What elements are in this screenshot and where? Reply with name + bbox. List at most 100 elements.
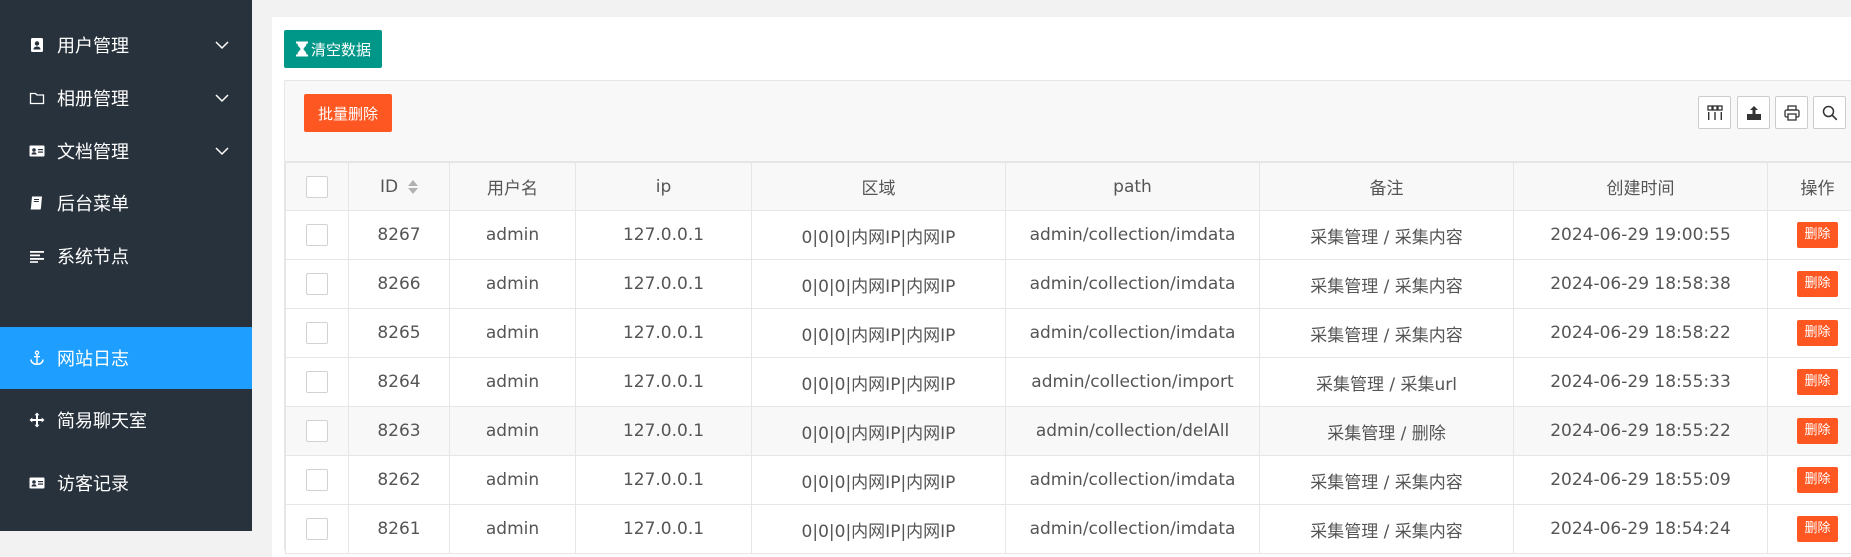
sidebar-item-visitor-records[interactable]: 访客记录 bbox=[0, 452, 252, 514]
export-icon[interactable] bbox=[1737, 96, 1770, 129]
sidebar-item-label: 访客记录 bbox=[57, 470, 129, 496]
cell-note: 采集管理 / 采集内容 bbox=[1260, 211, 1514, 260]
delete-button[interactable]: 删除 bbox=[1797, 222, 1837, 248]
cell-path: admin/collection/import bbox=[1006, 358, 1260, 407]
table-row: 8266 admin 127.0.0.1 0|0|0|内网IP|内网IP adm… bbox=[286, 260, 1851, 309]
table-row: 8264 admin 127.0.0.1 0|0|0|内网IP|内网IP adm… bbox=[286, 358, 1851, 407]
clear-data-label: 清空数据 bbox=[311, 39, 371, 60]
cell-note: 采集管理 / 删除 bbox=[1260, 407, 1514, 456]
chevron-down-icon bbox=[214, 143, 230, 159]
row-checkbox[interactable] bbox=[306, 518, 328, 540]
clear-data-button[interactable]: 清空数据 bbox=[284, 30, 382, 68]
delete-button[interactable]: 删除 bbox=[1797, 369, 1837, 395]
column-header-ip: ip bbox=[576, 163, 752, 211]
sidebar-item-chat-room[interactable]: 简易聊天室 bbox=[0, 389, 252, 451]
column-header-path: path bbox=[1006, 163, 1260, 211]
row-checkbox[interactable] bbox=[306, 420, 328, 442]
sidebar-item-system-nodes[interactable]: 系统节点 bbox=[0, 225, 252, 287]
cell-path: admin/collection/imdata bbox=[1006, 211, 1260, 260]
columns-icon[interactable] bbox=[1698, 96, 1731, 129]
cell-id: 8261 bbox=[349, 505, 450, 554]
table-row: 8265 admin 127.0.0.1 0|0|0|内网IP|内网IP adm… bbox=[286, 309, 1851, 358]
cell-note: 采集管理 / 采集内容 bbox=[1260, 456, 1514, 505]
search-icon[interactable] bbox=[1813, 96, 1846, 129]
cell-ip: 127.0.0.1 bbox=[576, 211, 752, 260]
print-icon[interactable] bbox=[1775, 96, 1808, 129]
table-row: 8263 admin 127.0.0.1 0|0|0|内网IP|内网IP adm… bbox=[286, 407, 1851, 456]
row-checkbox[interactable] bbox=[306, 371, 328, 393]
table-row: 8261 admin 127.0.0.1 0|0|0|内网IP|内网IP adm… bbox=[286, 505, 1851, 554]
cell-id: 8262 bbox=[349, 456, 450, 505]
cell-region: 0|0|0|内网IP|内网IP bbox=[752, 505, 1006, 554]
select-all-checkbox[interactable] bbox=[306, 176, 328, 198]
sidebar-item-label: 系统节点 bbox=[57, 243, 129, 269]
delete-button[interactable]: 删除 bbox=[1797, 467, 1837, 493]
cell-id: 8265 bbox=[349, 309, 450, 358]
cell-note: 采集管理 / 采集内容 bbox=[1260, 260, 1514, 309]
cell-ip: 127.0.0.1 bbox=[576, 456, 752, 505]
cell-path: admin/collection/imdata bbox=[1006, 456, 1260, 505]
sidebar: 用户管理 相册管理 文档管理 后台菜单 系统节点 网站日志 简易聊天室 访客记录 bbox=[0, 0, 252, 531]
address-book-icon bbox=[27, 35, 47, 55]
table-row: 8267 admin 127.0.0.1 0|0|0|内网IP|内网IP adm… bbox=[286, 211, 1851, 260]
cell-path: admin/collection/imdata bbox=[1006, 505, 1260, 554]
cell-ip: 127.0.0.1 bbox=[576, 505, 752, 554]
cell-created: 2024-06-29 18:55:22 bbox=[1514, 407, 1768, 456]
book-icon bbox=[27, 193, 47, 213]
sidebar-item-label: 文档管理 bbox=[57, 138, 129, 164]
row-checkbox[interactable] bbox=[306, 224, 328, 246]
cell-ip: 127.0.0.1 bbox=[576, 309, 752, 358]
sidebar-item-label: 网站日志 bbox=[57, 345, 129, 371]
cell-region: 0|0|0|内网IP|内网IP bbox=[752, 456, 1006, 505]
cell-created: 2024-06-29 18:58:22 bbox=[1514, 309, 1768, 358]
delete-button[interactable]: 删除 bbox=[1797, 320, 1837, 346]
column-header-id[interactable]: ID bbox=[349, 163, 450, 211]
cell-note: 采集管理 / 采集url bbox=[1260, 358, 1514, 407]
cell-id: 8263 bbox=[349, 407, 450, 456]
sidebar-item-label: 简易聊天室 bbox=[57, 407, 147, 433]
cell-user: admin bbox=[450, 456, 576, 505]
cell-user: admin bbox=[450, 358, 576, 407]
cell-user: admin bbox=[450, 260, 576, 309]
sidebar-item-label: 用户管理 bbox=[57, 32, 129, 58]
sidebar-item-label: 相册管理 bbox=[57, 85, 129, 111]
cell-note: 采集管理 / 采集内容 bbox=[1260, 505, 1514, 554]
sidebar-item-label: 后台菜单 bbox=[57, 190, 129, 216]
batch-delete-label: 批量删除 bbox=[318, 103, 378, 124]
row-checkbox[interactable] bbox=[306, 469, 328, 491]
anchor-icon bbox=[27, 348, 47, 368]
cell-region: 0|0|0|内网IP|内网IP bbox=[752, 260, 1006, 309]
cell-region: 0|0|0|内网IP|内网IP bbox=[752, 211, 1006, 260]
cell-path: admin/collection/delAll bbox=[1006, 407, 1260, 456]
column-header-note: 备注 bbox=[1260, 163, 1514, 211]
data-table-container: 批量删除 ID 用户名 bbox=[284, 80, 1851, 550]
chevron-down-icon bbox=[214, 90, 230, 106]
sidebar-item-site-log[interactable]: 网站日志 bbox=[0, 327, 252, 389]
cell-id: 8264 bbox=[349, 358, 450, 407]
delete-button[interactable]: 删除 bbox=[1797, 516, 1837, 542]
cell-region: 0|0|0|内网IP|内网IP bbox=[752, 309, 1006, 358]
column-header-action: 操作 bbox=[1768, 163, 1851, 211]
column-header-region: 区域 bbox=[752, 163, 1006, 211]
row-checkbox[interactable] bbox=[306, 322, 328, 344]
row-checkbox[interactable] bbox=[306, 273, 328, 295]
cell-path: admin/collection/imdata bbox=[1006, 260, 1260, 309]
cell-ip: 127.0.0.1 bbox=[576, 260, 752, 309]
cell-note: 采集管理 / 采集内容 bbox=[1260, 309, 1514, 358]
delete-button[interactable]: 删除 bbox=[1797, 418, 1837, 444]
cell-created: 2024-06-29 18:58:38 bbox=[1514, 260, 1768, 309]
cell-created: 2024-06-29 18:55:09 bbox=[1514, 456, 1768, 505]
cell-id: 8267 bbox=[349, 211, 450, 260]
id-card-icon bbox=[27, 473, 47, 493]
cell-ip: 127.0.0.1 bbox=[576, 358, 752, 407]
delete-button[interactable]: 删除 bbox=[1797, 271, 1837, 297]
cell-created: 2024-06-29 18:55:33 bbox=[1514, 358, 1768, 407]
id-card-icon bbox=[27, 141, 47, 161]
sort-icon[interactable] bbox=[408, 179, 418, 195]
column-header-user: 用户名 bbox=[450, 163, 576, 211]
chevron-down-icon bbox=[214, 37, 230, 53]
batch-delete-button[interactable]: 批量删除 bbox=[304, 94, 392, 132]
select-all-cell bbox=[286, 163, 349, 211]
table-header-row: ID 用户名 ip 区域 path 备注 创建时间 操作 bbox=[286, 163, 1851, 211]
cell-user: admin bbox=[450, 505, 576, 554]
